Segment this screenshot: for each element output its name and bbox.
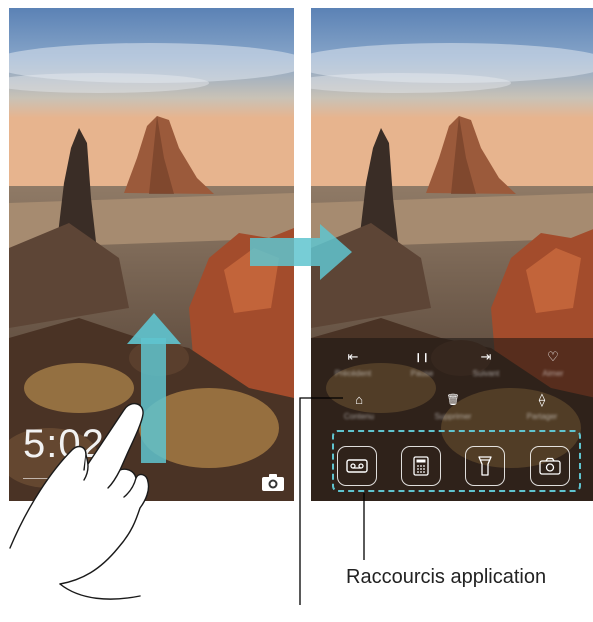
delete-icon: 🗑 <box>446 394 460 406</box>
shortcut-calculator[interactable] <box>401 446 441 486</box>
swipe-up-arrow-shaft <box>141 338 166 463</box>
share-control[interactable]: ⟠ Partager <box>514 392 570 422</box>
pause-control[interactable]: ❙❙ Pause <box>394 350 450 378</box>
control-label: Supprimer <box>434 412 472 421</box>
control-label: Partager <box>526 412 558 421</box>
pause-icon: ❙❙ <box>414 352 430 362</box>
previous-control[interactable]: ⇤ Précédent <box>325 349 381 379</box>
control-label: Suivant <box>472 369 500 378</box>
previous-icon: ⇤ <box>347 349 359 364</box>
control-label: Aimer <box>542 369 564 378</box>
heart-icon: ♡ <box>547 349 559 364</box>
next-icon: ⇥ <box>480 349 492 364</box>
recorder-icon <box>346 459 368 473</box>
content-control[interactable]: ⌂ Contenu <box>331 392 387 422</box>
delete-control[interactable]: 🗑 Supprimer <box>425 393 481 421</box>
shortcut-flashlight[interactable] <box>465 446 505 486</box>
lock-clock: 5:02 <box>23 422 105 466</box>
shortcut-camera[interactable] <box>530 446 570 486</box>
next-control[interactable]: ⇥ Suivant <box>458 349 514 379</box>
lock-screen-panel-open: ⇤ Précédent ❙❙ Pause ⇥ Suivant ♡ Aimer ⌂… <box>311 8 593 501</box>
control-label: Pause <box>410 369 434 378</box>
lock-screen: 5:02 <box>9 8 294 501</box>
control-label: Précédent <box>334 369 372 378</box>
clock-divider <box>23 478 143 479</box>
calculator-icon <box>413 456 429 476</box>
flashlight-icon <box>478 456 492 476</box>
share-icon: ⟠ <box>538 392 546 407</box>
shortcuts-caption: Raccourcis application <box>346 566 547 588</box>
camera-icon <box>539 457 561 475</box>
camera-icon[interactable] <box>261 472 285 492</box>
favorite-control[interactable]: ♡ Aimer <box>525 349 581 379</box>
shortcut-recorder[interactable] <box>337 446 377 486</box>
control-label: Contenu <box>343 412 375 421</box>
briefcase-icon: ⌂ <box>355 392 363 407</box>
